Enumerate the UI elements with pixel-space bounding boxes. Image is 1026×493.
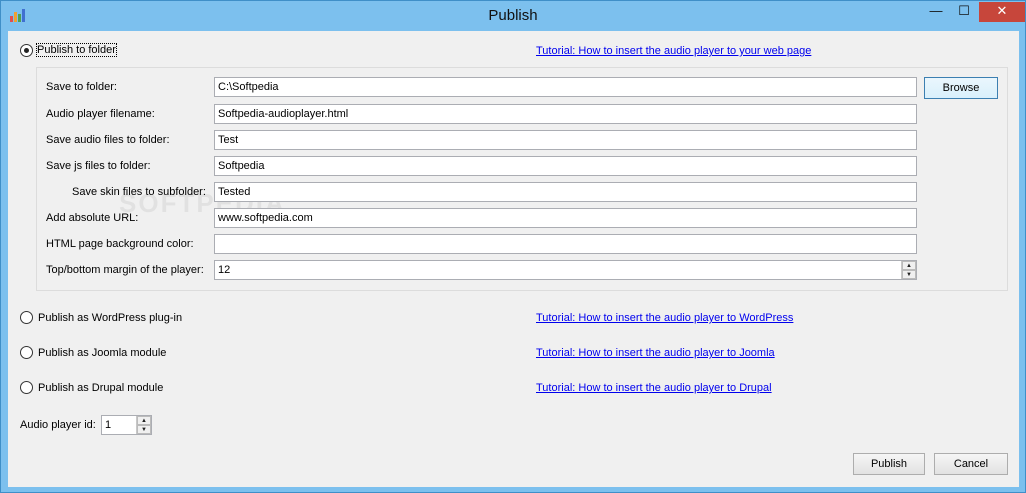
player-filename-label: Audio player filename: bbox=[46, 108, 155, 120]
cancel-button[interactable]: Cancel bbox=[934, 453, 1008, 475]
window-title: Publish bbox=[488, 7, 538, 24]
spin-down-icon[interactable]: ▼ bbox=[137, 425, 151, 434]
margin-input[interactable]: 12 bbox=[214, 260, 917, 280]
tutorial-joomla-link[interactable]: Tutorial: How to insert the audio player… bbox=[536, 347, 775, 359]
save-to-folder-label: Save to folder: bbox=[46, 81, 117, 93]
minimize-icon[interactable]: — bbox=[923, 2, 949, 22]
margin-label: Top/bottom margin of the player: bbox=[46, 264, 204, 276]
player-filename-input[interactable]: Softpedia-audioplayer.html bbox=[214, 104, 917, 124]
publish-joomla-radio[interactable] bbox=[20, 346, 33, 359]
audio-folder-input[interactable]: Test bbox=[214, 130, 917, 150]
tutorial-web-page-link[interactable]: Tutorial: How to insert the audio player… bbox=[536, 45, 811, 57]
publish-folder-radio[interactable] bbox=[20, 44, 33, 57]
folder-settings-group: SOFTPEDIA Save to folder: C:\Softpedia B… bbox=[36, 67, 1008, 291]
js-folder-label: Save js files to folder: bbox=[46, 160, 151, 172]
publish-drupal-radio[interactable] bbox=[20, 381, 33, 394]
margin-spinner[interactable]: ▲ ▼ bbox=[901, 261, 916, 279]
close-icon[interactable]: ✕ bbox=[979, 2, 1025, 22]
absolute-url-input[interactable]: www.softpedia.com bbox=[214, 208, 917, 228]
publish-folder-label[interactable]: Publish to folder bbox=[36, 43, 117, 57]
player-id-label: Audio player id: bbox=[20, 419, 96, 431]
tutorial-wordpress-link[interactable]: Tutorial: How to insert the audio player… bbox=[536, 312, 793, 324]
skin-subfolder-label: Save skin files to subfolder: bbox=[72, 186, 206, 198]
maximize-icon[interactable]: ☐ bbox=[951, 2, 977, 22]
save-to-folder-input[interactable]: C:\Softpedia bbox=[214, 77, 917, 97]
bg-color-label: HTML page background color: bbox=[46, 238, 194, 250]
publish-window: Publish — ☐ ✕ Publish to folder Tutorial… bbox=[0, 0, 1026, 493]
tutorial-drupal-link[interactable]: Tutorial: How to insert the audio player… bbox=[536, 382, 772, 394]
absolute-url-label: Add absolute URL: bbox=[46, 212, 139, 224]
js-folder-input[interactable]: Softpedia bbox=[214, 156, 917, 176]
bg-color-input[interactable] bbox=[214, 234, 917, 254]
spin-up-icon[interactable]: ▲ bbox=[137, 416, 151, 425]
spin-down-icon[interactable]: ▼ bbox=[902, 270, 916, 279]
publish-button[interactable]: Publish bbox=[853, 453, 925, 475]
spin-up-icon[interactable]: ▲ bbox=[902, 261, 916, 270]
audio-folder-label: Save audio files to folder: bbox=[46, 134, 170, 146]
publish-joomla-label[interactable]: Publish as Joomla module bbox=[38, 347, 166, 359]
browse-button[interactable]: Browse bbox=[924, 77, 998, 99]
publish-drupal-label[interactable]: Publish as Drupal module bbox=[38, 382, 163, 394]
dialog-body: Publish to folder Tutorial: How to inser… bbox=[8, 31, 1019, 487]
skin-subfolder-input[interactable]: Tested bbox=[214, 182, 917, 202]
publish-wordpress-label[interactable]: Publish as WordPress plug-in bbox=[38, 312, 182, 324]
publish-wordpress-radio[interactable] bbox=[20, 311, 33, 324]
player-id-spinner[interactable]: ▲ ▼ bbox=[136, 416, 151, 434]
title-bar[interactable]: Publish — ☐ ✕ bbox=[1, 1, 1025, 31]
